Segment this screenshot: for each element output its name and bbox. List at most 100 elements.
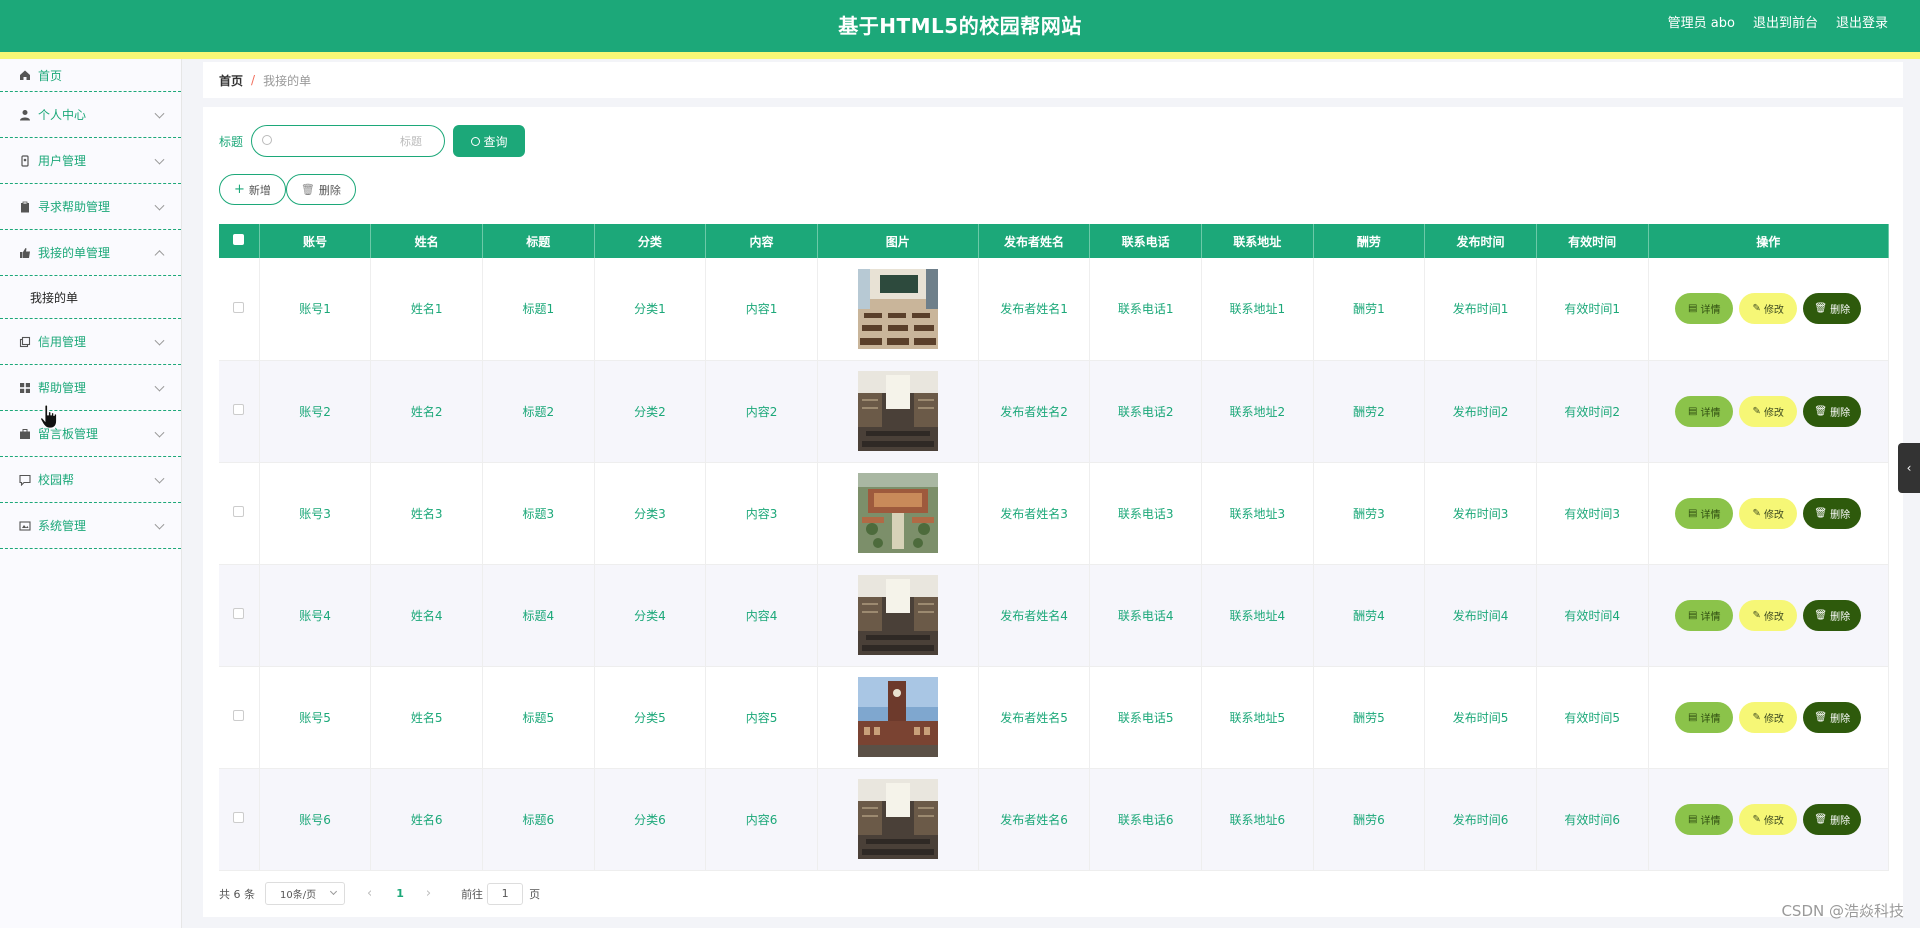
edit-button[interactable]: ✎ 修改 [1739, 599, 1798, 631]
image-cell [817, 360, 979, 463]
library-photo[interactable] [857, 575, 938, 655]
edit-button[interactable]: ✎ 修改 [1739, 701, 1798, 733]
detail-label: 详情 [1700, 407, 1721, 419]
search-icon [470, 136, 480, 146]
delete-button[interactable]: 🗑 删除 [1803, 803, 1862, 835]
name-cell: 姓名6 [370, 768, 483, 871]
chevron-down-icon [154, 200, 165, 211]
detail-button[interactable]: ▤ 详情 [1675, 497, 1734, 529]
library-photo[interactable] [857, 779, 938, 859]
account-cell: 账号5 [259, 666, 372, 769]
delete-button[interactable]: 🗑 删除 [1803, 701, 1862, 733]
library-photo[interactable] [857, 371, 938, 451]
delete-button[interactable]: 🗑 删除 [1803, 293, 1862, 325]
watermark: CSDN @浩焱科技 [1781, 902, 1904, 920]
edit-button[interactable]: ✎ 修改 [1739, 497, 1798, 529]
sidebar-item-user-management[interactable]: 用户管理 [0, 138, 181, 184]
row-checkbox[interactable] [219, 768, 260, 871]
row-checkbox[interactable] [219, 462, 260, 565]
classroom-photo[interactable] [857, 268, 938, 349]
breadcrumb-home[interactable]: 首页 [219, 72, 243, 89]
site-title: 基于HTML5的校园帮网站 [838, 14, 1082, 38]
page-size-value: 10条/页 [280, 890, 317, 901]
chevron-down-icon [154, 108, 165, 119]
page-number-current[interactable]: 1 [396, 887, 404, 900]
detail-button[interactable]: ▤ 详情 [1675, 395, 1734, 427]
sidebar-subitem-my-orders[interactable]: 我接的单 [0, 276, 181, 319]
actions-cell: ▤ 详情 ✎ 修改 🗑 删除 [1648, 462, 1889, 565]
reward-cell: 酬劳3 [1313, 462, 1426, 565]
delete-label: 删除 [1830, 407, 1851, 419]
edit-button[interactable]: ✎ 修改 [1739, 803, 1798, 835]
delete-button[interactable]: 🗑 删除 [1803, 395, 1862, 427]
valid-time-cell: 有效时间6 [1536, 768, 1649, 871]
reward-cell: 酬劳4 [1313, 564, 1426, 667]
breadcrumb-separator: / [251, 73, 256, 87]
campus-aerial-photo[interactable] [857, 473, 938, 553]
collapse-tab-button[interactable]: ‹ [1898, 443, 1920, 493]
prev-page-button[interactable]: ‹ [367, 886, 372, 901]
title-cell: 标题5 [482, 666, 595, 769]
edit-label: 修改 [1763, 815, 1784, 827]
row-checkbox[interactable] [219, 666, 260, 769]
valid-time-cell: 有效时间1 [1536, 258, 1649, 361]
detail-button[interactable]: ▤ 详情 [1675, 599, 1734, 631]
edit-button[interactable]: ✎ 修改 [1739, 293, 1798, 325]
edit-label: 修改 [1763, 305, 1784, 317]
orders-table: 账号 姓名 标题 分类 内容 图片 发布者姓名 联系电话 联系地址 酬劳 发布时… [219, 224, 1889, 871]
clock-tower-photo[interactable] [857, 677, 938, 757]
add-button[interactable]: + 新增 [219, 174, 286, 205]
sidebar-item-personal-center[interactable]: 个人中心 [0, 92, 181, 138]
sidebar-item-credit-management[interactable]: 信用管理 [0, 319, 181, 365]
delete-button[interactable]: 🗑 删除 [1803, 599, 1862, 631]
image-cell [817, 666, 979, 769]
detail-label: 详情 [1700, 611, 1721, 623]
title-cell: 标题6 [482, 768, 595, 871]
row-checkbox[interactable] [219, 564, 260, 667]
column-header: 酬劳 [1313, 224, 1426, 258]
title-search-input[interactable] [252, 126, 445, 156]
goto-page-input[interactable]: 1 [487, 882, 524, 905]
chevron-down-icon [154, 154, 165, 165]
trash-icon: 🗑 [1814, 609, 1828, 621]
delete-button[interactable]: 🗑 删除 [1803, 497, 1862, 529]
logout-link[interactable]: 退出登录 [1836, 0, 1888, 52]
chevron-down-icon [154, 381, 165, 392]
address-cell: 联系地址3 [1201, 462, 1314, 565]
detail-label: 详情 [1700, 713, 1721, 725]
sidebar-item-help-management[interactable]: 帮助管理 [0, 365, 181, 411]
search-row: 标题 查询 [219, 125, 526, 157]
pub-time-cell: 发布时间5 [1424, 666, 1537, 769]
sidebar-item-system-management[interactable]: 系统管理 [0, 503, 181, 549]
batch-delete-button[interactable]: 🗑 删除 [285, 174, 356, 205]
goto-label: 前往 [461, 887, 484, 901]
address-cell: 联系地址6 [1201, 768, 1314, 871]
table-row: 账号6 姓名6 标题6 分类6 内容6 发布者姓名6 联系电话6 联系地址6 酬劳6 发布时间6 有… [219, 768, 1889, 871]
sidebar-item-message-board-management[interactable]: 留言板管理 [0, 411, 181, 457]
query-button-label: 查询 [483, 134, 508, 149]
next-page-button[interactable]: › [426, 886, 431, 901]
detail-button[interactable]: ▤ 详情 [1675, 803, 1734, 835]
trash-icon: 🗑 [1814, 405, 1828, 417]
sidebar-item-campus-help[interactable]: 校园帮 [0, 457, 181, 503]
row-checkbox[interactable] [219, 360, 260, 463]
page-size-select[interactable]: 10条/页 [265, 882, 345, 905]
column-header: 账号 [259, 224, 372, 258]
copy-icon [18, 335, 32, 349]
admin-user-link[interactable]: 管理员 abo [1668, 0, 1735, 52]
sidebar-item-help-request-management[interactable]: 寻求帮助管理 [0, 184, 181, 230]
detail-button[interactable]: ▤ 详情 [1675, 293, 1734, 325]
sidebar-item-my-orders-management[interactable]: 我接的单管理 [0, 230, 181, 276]
query-button[interactable]: 查询 [453, 125, 526, 157]
pub-time-cell: 发布时间1 [1424, 258, 1537, 361]
pencil-icon: ✎ [1752, 303, 1761, 315]
back-to-front-link[interactable]: 退出到前台 [1753, 0, 1818, 52]
user-badge-icon [18, 154, 32, 168]
select-all-checkbox[interactable] [219, 224, 260, 258]
detail-button[interactable]: ▤ 详情 [1675, 701, 1734, 733]
sidebar-item-home[interactable]: 首页 [0, 59, 181, 92]
sidebar-item-label: 个人中心 [38, 108, 87, 122]
column-header: 有效时间 [1536, 224, 1649, 258]
edit-button[interactable]: ✎ 修改 [1739, 395, 1798, 427]
row-checkbox[interactable] [219, 258, 260, 361]
